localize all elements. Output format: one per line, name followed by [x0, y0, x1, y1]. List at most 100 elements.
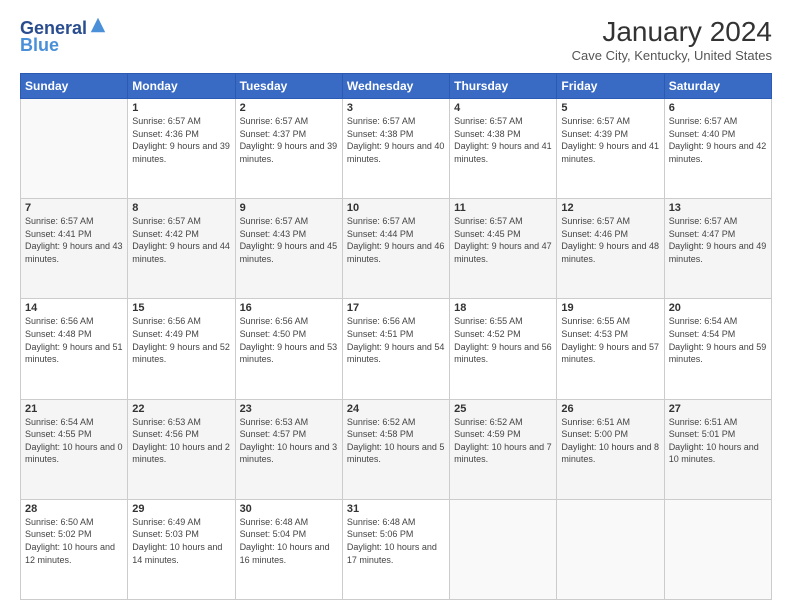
day-info: Sunrise: 6:49 AMSunset: 5:03 PMDaylight:… [132, 516, 230, 566]
day-number: 30 [240, 503, 338, 515]
day-number: 17 [347, 302, 445, 314]
logo-blue-text: Blue [20, 35, 59, 56]
day-info: Sunrise: 6:57 AMSunset: 4:41 PMDaylight:… [25, 215, 123, 265]
calendar-table: SundayMondayTuesdayWednesdayThursdayFrid… [20, 73, 772, 600]
day-info: Sunrise: 6:50 AMSunset: 5:02 PMDaylight:… [25, 516, 123, 566]
calendar-cell: 21Sunrise: 6:54 AMSunset: 4:55 PMDayligh… [21, 399, 128, 499]
calendar-cell: 12Sunrise: 6:57 AMSunset: 4:46 PMDayligh… [557, 199, 664, 299]
day-number: 11 [454, 202, 552, 214]
day-info: Sunrise: 6:51 AMSunset: 5:00 PMDaylight:… [561, 416, 659, 466]
calendar-cell: 3Sunrise: 6:57 AMSunset: 4:38 PMDaylight… [342, 99, 449, 199]
day-number: 18 [454, 302, 552, 314]
calendar-cell: 10Sunrise: 6:57 AMSunset: 4:44 PMDayligh… [342, 199, 449, 299]
day-info: Sunrise: 6:54 AMSunset: 4:54 PMDaylight:… [669, 315, 767, 365]
calendar-cell: 11Sunrise: 6:57 AMSunset: 4:45 PMDayligh… [450, 199, 557, 299]
calendar-cell: 9Sunrise: 6:57 AMSunset: 4:43 PMDaylight… [235, 199, 342, 299]
calendar-cell [21, 99, 128, 199]
day-number: 22 [132, 403, 230, 415]
weekday-header-thursday: Thursday [450, 74, 557, 99]
day-info: Sunrise: 6:55 AMSunset: 4:53 PMDaylight:… [561, 315, 659, 365]
calendar-cell [664, 499, 771, 599]
day-number: 28 [25, 503, 123, 515]
day-info: Sunrise: 6:57 AMSunset: 4:44 PMDaylight:… [347, 215, 445, 265]
calendar-cell: 6Sunrise: 6:57 AMSunset: 4:40 PMDaylight… [664, 99, 771, 199]
calendar-cell: 24Sunrise: 6:52 AMSunset: 4:58 PMDayligh… [342, 399, 449, 499]
logo: General Blue [20, 16, 107, 56]
day-number: 2 [240, 102, 338, 114]
weekday-header-wednesday: Wednesday [342, 74, 449, 99]
calendar-cell [557, 499, 664, 599]
day-info: Sunrise: 6:57 AMSunset: 4:43 PMDaylight:… [240, 215, 338, 265]
calendar-cell: 2Sunrise: 6:57 AMSunset: 4:37 PMDaylight… [235, 99, 342, 199]
day-info: Sunrise: 6:56 AMSunset: 4:50 PMDaylight:… [240, 315, 338, 365]
calendar-cell: 14Sunrise: 6:56 AMSunset: 4:48 PMDayligh… [21, 299, 128, 399]
calendar-cell: 16Sunrise: 6:56 AMSunset: 4:50 PMDayligh… [235, 299, 342, 399]
location: Cave City, Kentucky, United States [572, 48, 772, 63]
day-info: Sunrise: 6:56 AMSunset: 4:48 PMDaylight:… [25, 315, 123, 365]
day-number: 26 [561, 403, 659, 415]
calendar-cell: 17Sunrise: 6:56 AMSunset: 4:51 PMDayligh… [342, 299, 449, 399]
calendar-cell: 4Sunrise: 6:57 AMSunset: 4:38 PMDaylight… [450, 99, 557, 199]
day-number: 21 [25, 403, 123, 415]
day-info: Sunrise: 6:56 AMSunset: 4:49 PMDaylight:… [132, 315, 230, 365]
day-info: Sunrise: 6:51 AMSunset: 5:01 PMDaylight:… [669, 416, 767, 466]
day-info: Sunrise: 6:53 AMSunset: 4:56 PMDaylight:… [132, 416, 230, 466]
calendar-week-row: 14Sunrise: 6:56 AMSunset: 4:48 PMDayligh… [21, 299, 772, 399]
calendar-cell: 22Sunrise: 6:53 AMSunset: 4:56 PMDayligh… [128, 399, 235, 499]
header: General Blue January 2024 Cave City, Ken… [20, 16, 772, 63]
day-info: Sunrise: 6:57 AMSunset: 4:46 PMDaylight:… [561, 215, 659, 265]
title-block: January 2024 Cave City, Kentucky, United… [572, 16, 772, 63]
day-number: 24 [347, 403, 445, 415]
calendar-week-row: 1Sunrise: 6:57 AMSunset: 4:36 PMDaylight… [21, 99, 772, 199]
weekday-header-tuesday: Tuesday [235, 74, 342, 99]
calendar-cell: 19Sunrise: 6:55 AMSunset: 4:53 PMDayligh… [557, 299, 664, 399]
day-number: 31 [347, 503, 445, 515]
calendar-cell: 23Sunrise: 6:53 AMSunset: 4:57 PMDayligh… [235, 399, 342, 499]
day-info: Sunrise: 6:56 AMSunset: 4:51 PMDaylight:… [347, 315, 445, 365]
calendar-cell: 7Sunrise: 6:57 AMSunset: 4:41 PMDaylight… [21, 199, 128, 299]
calendar-header-row: SundayMondayTuesdayWednesdayThursdayFrid… [21, 74, 772, 99]
day-info: Sunrise: 6:57 AMSunset: 4:38 PMDaylight:… [454, 115, 552, 165]
day-info: Sunrise: 6:52 AMSunset: 4:59 PMDaylight:… [454, 416, 552, 466]
day-number: 14 [25, 302, 123, 314]
calendar-cell: 28Sunrise: 6:50 AMSunset: 5:02 PMDayligh… [21, 499, 128, 599]
day-number: 3 [347, 102, 445, 114]
day-number: 20 [669, 302, 767, 314]
page: General Blue January 2024 Cave City, Ken… [0, 0, 792, 612]
day-number: 29 [132, 503, 230, 515]
calendar-cell: 27Sunrise: 6:51 AMSunset: 5:01 PMDayligh… [664, 399, 771, 499]
calendar-cell: 25Sunrise: 6:52 AMSunset: 4:59 PMDayligh… [450, 399, 557, 499]
day-info: Sunrise: 6:48 AMSunset: 5:06 PMDaylight:… [347, 516, 445, 566]
day-number: 5 [561, 102, 659, 114]
day-number: 8 [132, 202, 230, 214]
calendar-cell: 30Sunrise: 6:48 AMSunset: 5:04 PMDayligh… [235, 499, 342, 599]
weekday-header-friday: Friday [557, 74, 664, 99]
day-number: 1 [132, 102, 230, 114]
logo-general-text: General [20, 16, 107, 37]
day-number: 6 [669, 102, 767, 114]
day-number: 25 [454, 403, 552, 415]
calendar-cell: 18Sunrise: 6:55 AMSunset: 4:52 PMDayligh… [450, 299, 557, 399]
day-number: 4 [454, 102, 552, 114]
day-info: Sunrise: 6:57 AMSunset: 4:40 PMDaylight:… [669, 115, 767, 165]
day-number: 15 [132, 302, 230, 314]
weekday-header-saturday: Saturday [664, 74, 771, 99]
day-info: Sunrise: 6:57 AMSunset: 4:45 PMDaylight:… [454, 215, 552, 265]
day-info: Sunrise: 6:57 AMSunset: 4:39 PMDaylight:… [561, 115, 659, 165]
calendar-cell: 31Sunrise: 6:48 AMSunset: 5:06 PMDayligh… [342, 499, 449, 599]
calendar-cell: 26Sunrise: 6:51 AMSunset: 5:00 PMDayligh… [557, 399, 664, 499]
day-number: 27 [669, 403, 767, 415]
day-info: Sunrise: 6:55 AMSunset: 4:52 PMDaylight:… [454, 315, 552, 365]
calendar-cell: 20Sunrise: 6:54 AMSunset: 4:54 PMDayligh… [664, 299, 771, 399]
calendar-cell: 1Sunrise: 6:57 AMSunset: 4:36 PMDaylight… [128, 99, 235, 199]
day-info: Sunrise: 6:57 AMSunset: 4:42 PMDaylight:… [132, 215, 230, 265]
month-title: January 2024 [572, 16, 772, 48]
day-number: 19 [561, 302, 659, 314]
calendar-cell: 8Sunrise: 6:57 AMSunset: 4:42 PMDaylight… [128, 199, 235, 299]
day-info: Sunrise: 6:57 AMSunset: 4:37 PMDaylight:… [240, 115, 338, 165]
day-number: 7 [25, 202, 123, 214]
day-info: Sunrise: 6:57 AMSunset: 4:38 PMDaylight:… [347, 115, 445, 165]
day-info: Sunrise: 6:48 AMSunset: 5:04 PMDaylight:… [240, 516, 338, 566]
day-info: Sunrise: 6:57 AMSunset: 4:47 PMDaylight:… [669, 215, 767, 265]
day-info: Sunrise: 6:52 AMSunset: 4:58 PMDaylight:… [347, 416, 445, 466]
